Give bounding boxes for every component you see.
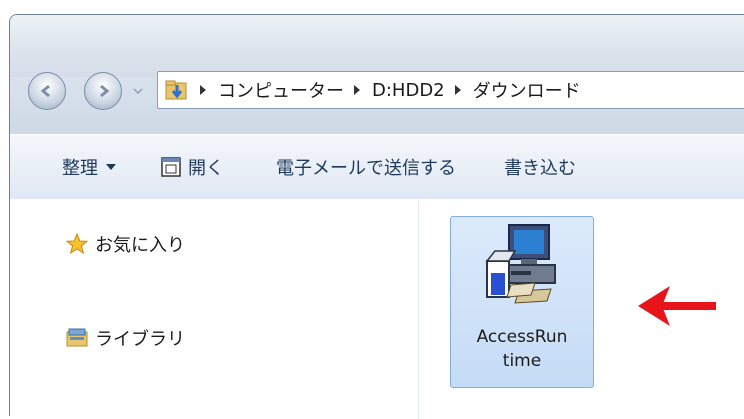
command-bar: 整理 開く 電子メールで送信する 書き込む [10, 134, 744, 200]
address-bar[interactable]: コンピューター D:HDD2 ダウンロード [157, 71, 744, 109]
back-button[interactable] [28, 72, 66, 110]
libraries-icon [66, 328, 88, 347]
chevron-down-icon [106, 164, 116, 170]
email-button[interactable]: 電子メールで送信する [276, 154, 456, 180]
nav-item-favorites[interactable]: お気に入り [65, 231, 185, 257]
breadcrumb-drive[interactable]: D:HDD2 [344, 80, 445, 101]
star-icon [65, 232, 89, 255]
pane-divider[interactable] [418, 199, 419, 419]
breadcrumb-separator-icon[interactable] [454, 85, 461, 95]
file-item-accessruntime[interactable]: AccessRun time [450, 216, 594, 388]
breadcrumb-downloads[interactable]: ダウンロード [445, 77, 581, 103]
open-file-icon [161, 157, 181, 177]
content-area: お気に入り ライブラリ AccessRun time [10, 199, 744, 419]
downloads-folder-icon [165, 80, 187, 100]
back-arrow-icon [40, 84, 50, 98]
navigation-pane: お気に入り ライブラリ [10, 199, 410, 419]
recent-pages-dropdown[interactable] [133, 86, 143, 96]
file-name-label: AccessRun time [476, 327, 568, 371]
installer-computer-icon [485, 224, 556, 304]
forward-arrow-icon [100, 84, 110, 98]
red-arrow-icon [638, 286, 716, 326]
burn-button[interactable]: 書き込む [504, 154, 576, 180]
forward-button[interactable] [84, 72, 122, 110]
breadcrumb-separator-icon[interactable] [354, 85, 360, 95]
breadcrumb-separator-icon[interactable] [200, 85, 206, 95]
organize-button[interactable]: 整理 [62, 154, 116, 180]
breadcrumb-computer[interactable]: コンピューター [190, 77, 344, 103]
open-button[interactable]: 開く [160, 154, 224, 180]
nav-item-libraries[interactable]: ライブラリ [65, 325, 185, 351]
title-bar [10, 15, 744, 77]
